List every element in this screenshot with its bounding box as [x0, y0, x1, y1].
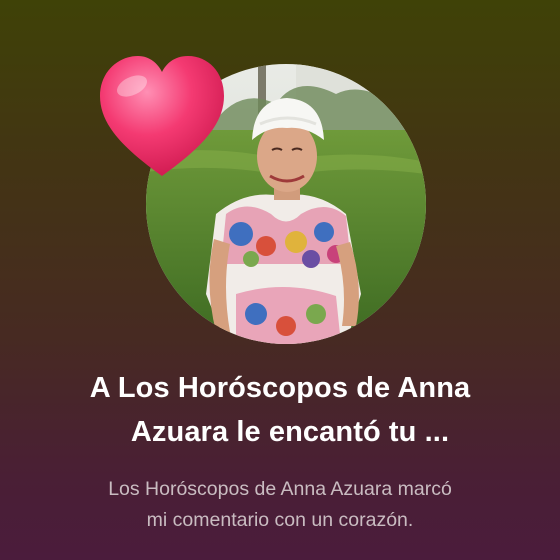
notification-title-line2: Azuara le encantó tu ... — [130, 416, 450, 448]
heart-icon — [100, 56, 224, 176]
notification-body-line2: mi comentario con un corazón. — [146, 509, 414, 531]
notification-title: A Los Horóscopos de Anna Azuara le encan… — [20, 366, 540, 454]
reaction-notification-screen: A Los Horóscopos de Anna Azuara le encan… — [0, 0, 560, 560]
notification-title-line1: A Los Horóscopos de Anna — [89, 372, 471, 404]
notification-body-line1: Los Horóscopos de Anna Azuara marcó — [108, 478, 452, 500]
notification-body: Los Horóscopos de Anna Azuara marcó mi c… — [20, 474, 540, 536]
